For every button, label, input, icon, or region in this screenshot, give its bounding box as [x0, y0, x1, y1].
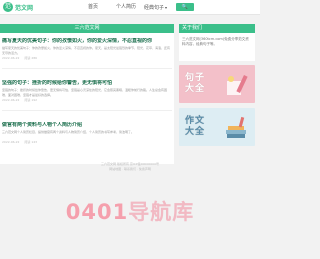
logo-icon: 范 [3, 2, 13, 12]
banner-text-line: 句子 [185, 73, 206, 83]
banner-text-line: 大全 [185, 127, 206, 137]
article-views: 阅读 286 [24, 56, 38, 60]
banner-text-line: 大全 [185, 84, 206, 94]
list-item[interactable]: 坚强的句子：挫折的时候给你警告，更无惧将可怕 坚强的句子：挫折的时候给你警告，更… [2, 80, 172, 103]
sidebar-about-text: 三六范文网(360tcm.com)免费分享范文资料内容，经典句子等。 [179, 33, 255, 61]
article-title[interactable]: 做官有两个资料与人物个人简历介绍 [2, 122, 172, 129]
nav-item-resume[interactable]: 个人简历 [116, 0, 136, 15]
article-excerpt: 坚强的句子：挫折的时候给你警告，更无惧将可怕，坚强是心灵深处的阳光，它会照亮黑暗… [2, 88, 168, 97]
banner-essays[interactable]: 作文 大全 [179, 108, 255, 146]
logo-text: 范文网 [15, 4, 34, 12]
watermark-part: 0401 [65, 200, 129, 224]
nav-item-sentences-label: 经典句子 [144, 5, 165, 11]
article-meta: 2022-06-22 阅读 192 [2, 98, 172, 103]
banner-text: 作文 大全 [185, 116, 205, 138]
article-list-panel: 三六范文网 痛写夏天的优美句子：你的孜憬如火，你的爱火深情，不忍直视的你 描写夏… [0, 24, 174, 164]
banner-text-line: 作文 [185, 116, 206, 126]
footer: 三六范文网 版权所有 京ICP备00000000号 网站地图 · 联系我们 · … [0, 162, 260, 172]
article-date: 2022-06-22 [2, 140, 20, 144]
watermark-part: 导航库 [128, 200, 195, 224]
article-date: 2022-06-22 [2, 98, 20, 102]
books-illustration-icon [226, 116, 246, 138]
divider [2, 68, 172, 69]
nav-item-home[interactable]: 首页 [88, 0, 98, 15]
article-views: 阅读 192 [24, 98, 38, 102]
article-meta: 2022-06-22 阅读 286 [2, 56, 172, 61]
banner-sentences[interactable]: 句子 大全 [179, 65, 255, 103]
nav-item-sentences[interactable]: 经典句子▾ [144, 0, 167, 15]
search-button[interactable]: 🔍 [176, 3, 194, 11]
article-title[interactable]: 痛写夏天的优美句子：你的孜憬如火，你的爱火深情，不忍直视的你 [2, 38, 172, 45]
article-date: 2022-06-22 [2, 56, 20, 60]
pencil-illustration-icon [227, 74, 248, 95]
site-logo[interactable]: 范 范文网 [3, 2, 33, 12]
watermark: 0401导航库 [0, 196, 260, 226]
search-icon: 🔍 [181, 4, 189, 10]
section-title: 三六范文网 [0, 24, 174, 33]
article-excerpt: 描写夏天的优美句子：你的孜憬如火，你的爱火深情，不忍直视的你。夏天，是太阳光最强… [2, 46, 171, 55]
article-title[interactable]: 坚强的句子：挫折的时候给你警告，更无惧将可怕 [2, 80, 172, 87]
list-item[interactable]: 痛写夏天的优美句子：你的孜憬如火，你的爱火深情，不忍直视的你 描写夏天的优美句子… [2, 38, 172, 61]
sidebar-title: 关于我们 [179, 24, 255, 33]
chevron-down-icon: ▾ [165, 5, 168, 10]
article-meta: 2022-06-22 阅读 143 [2, 140, 172, 145]
article-views: 阅读 143 [24, 140, 38, 144]
divider [2, 110, 172, 111]
footer-line: 网站地图 · 联系我们 · 免责声明 [109, 167, 151, 171]
sidebar: 关于我们 三六范文网(360tcm.com)免费分享范文资料内容，经典句子等。 [179, 24, 255, 61]
article-excerpt: 三六范文网个人简历栏目，提供做官有两个资料与人物简历介绍，个人简历的书写参考，简… [2, 130, 135, 134]
top-bar: 范 范文网 首页 个人简历 经典句子▾ 🔍 [0, 0, 260, 15]
banner-text: 句子 大全 [185, 73, 205, 95]
list-item[interactable]: 做官有两个资料与人物个人简历介绍 三六范文网个人简历栏目，提供做官有两个资料与人… [2, 122, 172, 145]
